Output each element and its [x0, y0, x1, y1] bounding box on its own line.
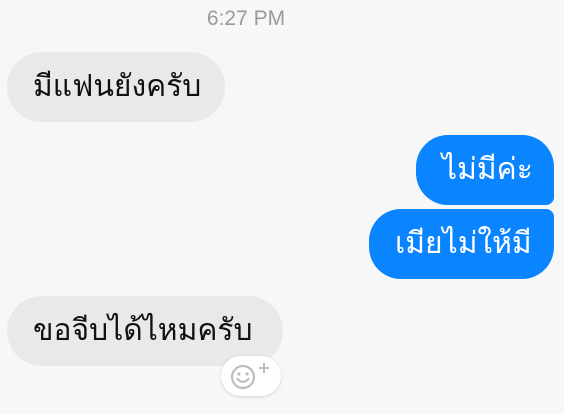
add-reaction-icon	[230, 363, 269, 390]
chat-thread: 6:27 PM มีแฟนยังครับ ไม่มีค่ะ เมียไม่ให้…	[0, 0, 564, 414]
message-timestamp: 6:27 PM	[206, 7, 286, 30]
incoming-message-bubble[interactable]: มีแฟนยังครับ	[7, 52, 225, 122]
add-reaction-button[interactable]	[221, 356, 281, 396]
outgoing-message-bubble[interactable]: ไม่มีค่ะ	[416, 135, 554, 205]
outgoing-message-bubble[interactable]: เมียไม่ให้มี	[369, 209, 554, 279]
